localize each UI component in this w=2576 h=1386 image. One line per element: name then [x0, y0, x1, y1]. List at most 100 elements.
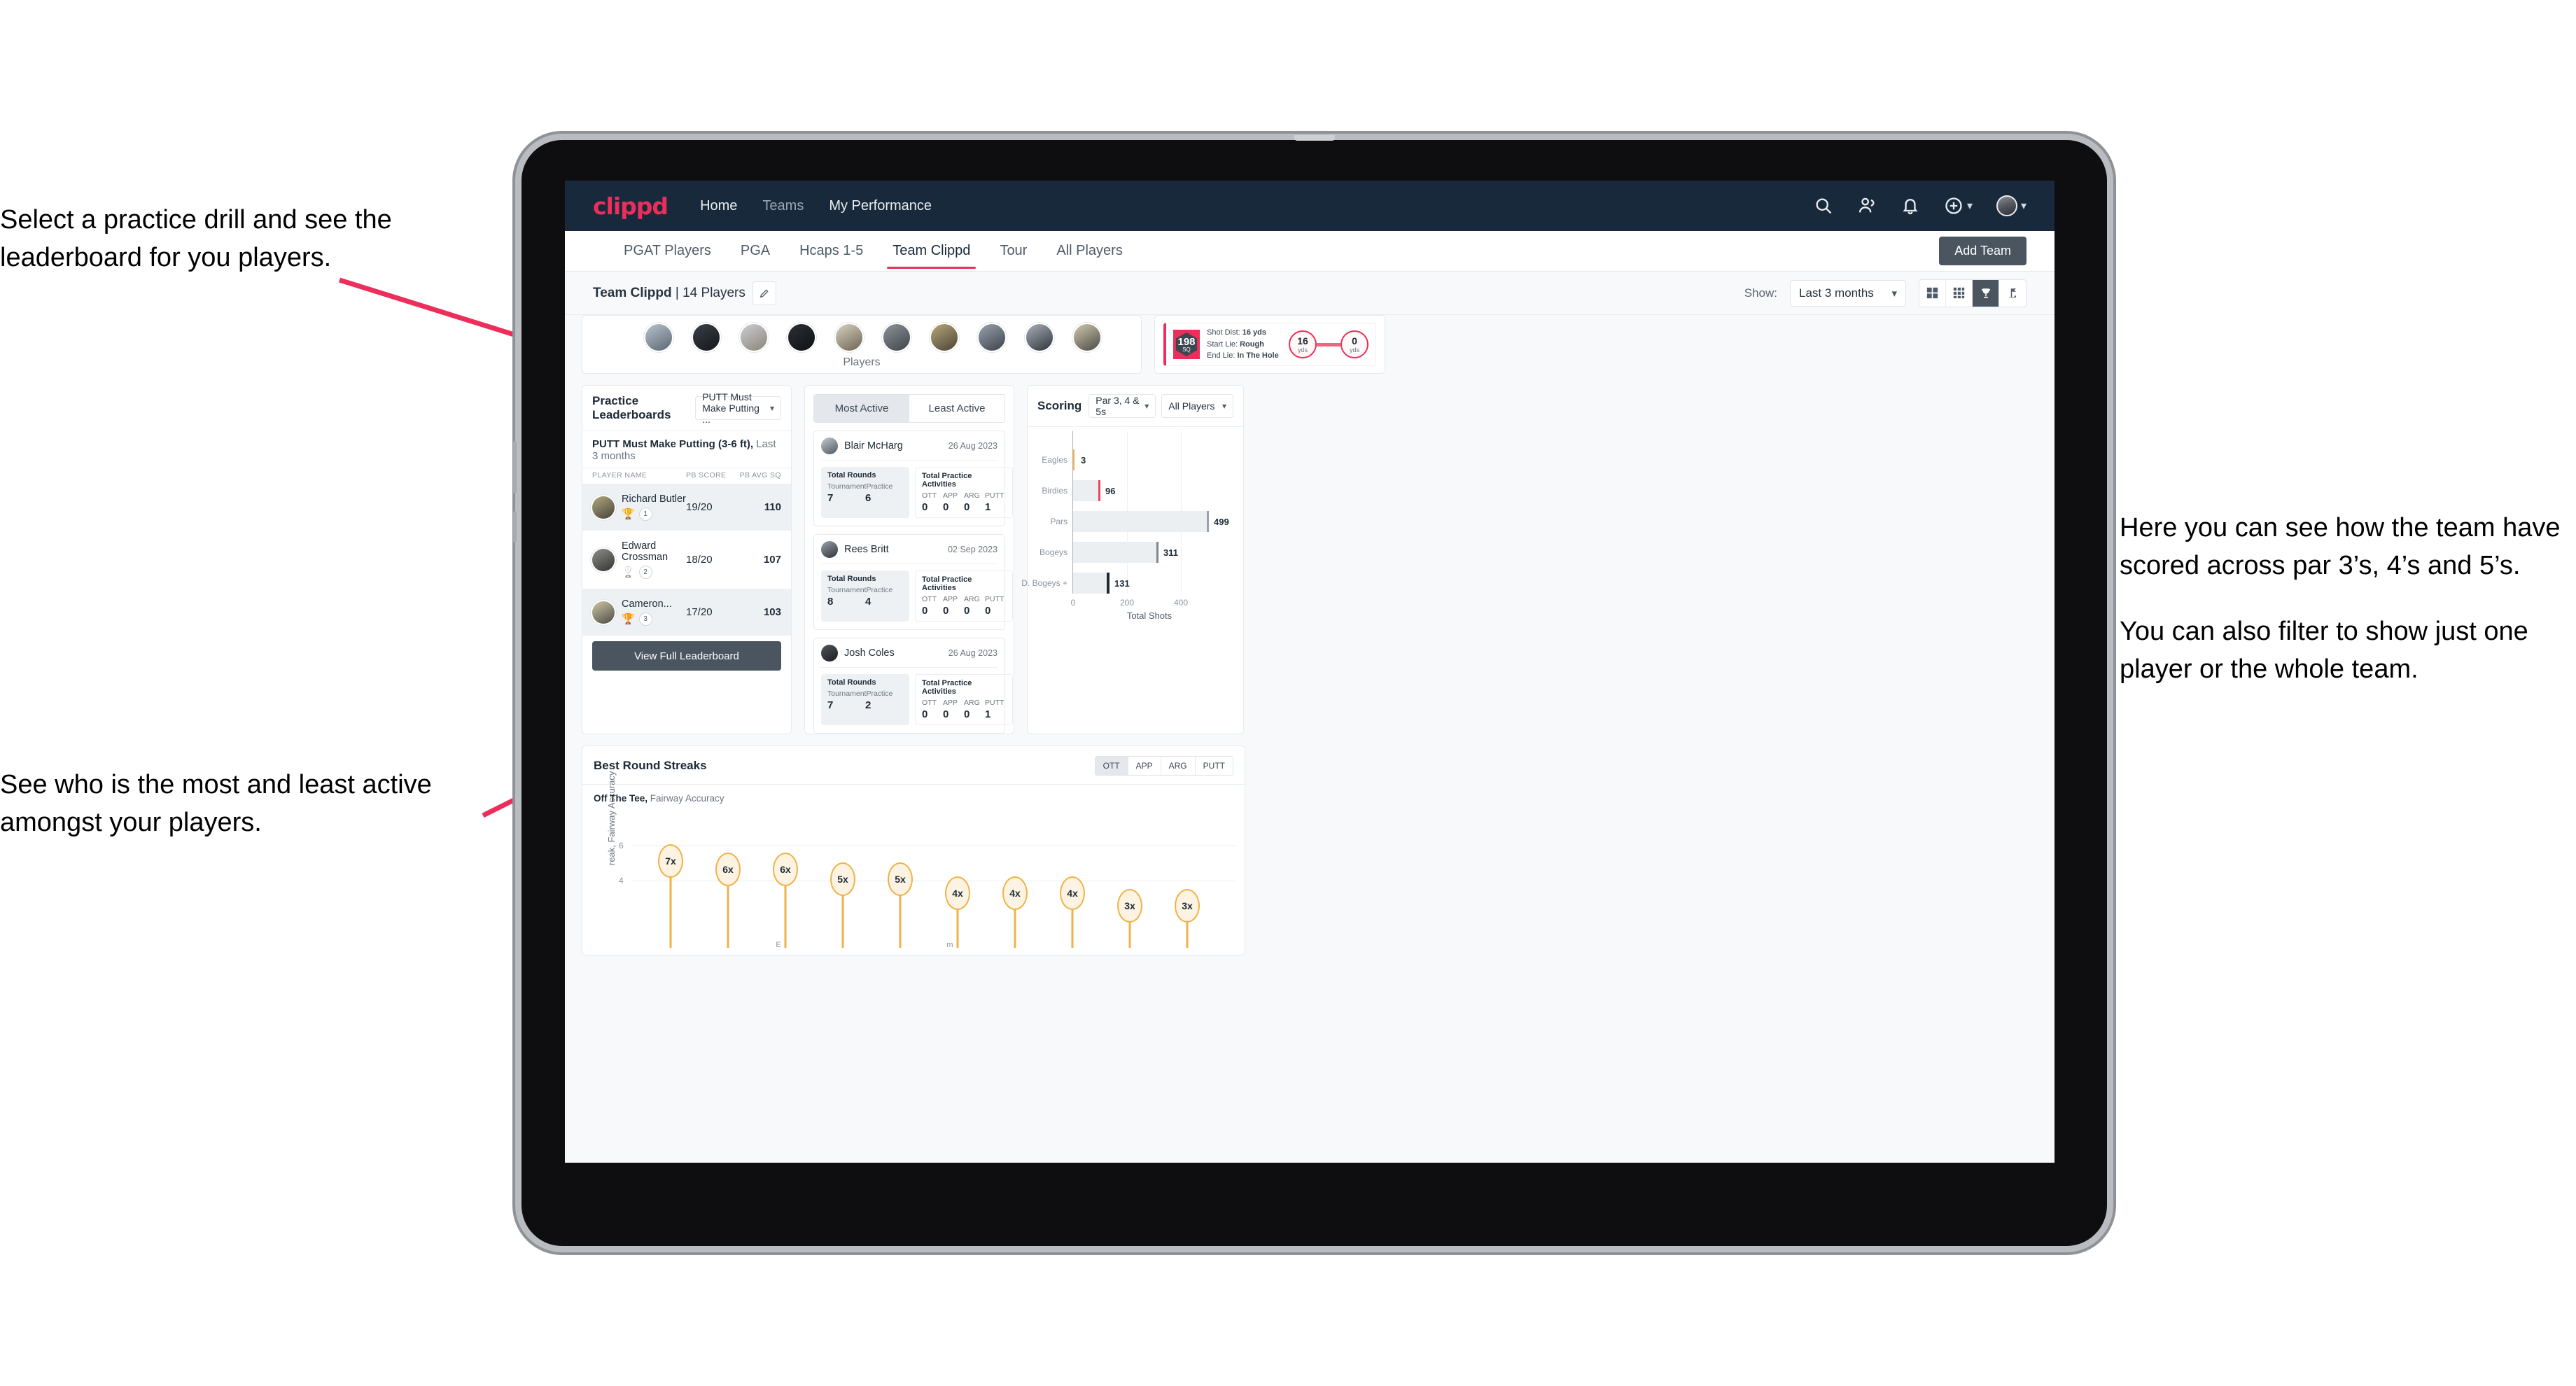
- show-label: Show:: [1744, 286, 1777, 300]
- tab-tour[interactable]: Tour: [997, 233, 1030, 269]
- bar-bogeys: [1073, 542, 1158, 563]
- tab-team-clippd[interactable]: Team Clippd: [887, 233, 976, 269]
- tablet-volume-down-button[interactable]: [513, 511, 517, 542]
- practice-leaderboards-card: Practice Leaderboards PUTT Must Make Put…: [582, 385, 792, 734]
- player-avatar[interactable]: [739, 323, 769, 352]
- view-full-leaderboard-button[interactable]: View Full Leaderboard: [592, 641, 781, 671]
- grid-large-icon: [1926, 287, 1938, 299]
- plus-circle-icon[interactable]: [1944, 196, 1963, 216]
- drill-select[interactable]: PUTT Must Make Putting ... ▾: [695, 391, 781, 425]
- tab-arg[interactable]: ARG: [1161, 757, 1196, 775]
- nav-link-my-performance[interactable]: My Performance: [829, 198, 932, 214]
- leaderboard-pb-score: 19/20: [686, 501, 713, 513]
- total-rounds-title: Total Rounds: [827, 471, 876, 479]
- view-mode-toggle-group: [1919, 279, 2026, 307]
- tab-hcaps-1-5[interactable]: Hcaps 1-5: [797, 233, 866, 269]
- tab-ott[interactable]: OTT: [1095, 757, 1128, 775]
- leaderboard-pb-avg-sq: 107: [763, 554, 781, 566]
- streak-value: 4x: [1002, 876, 1028, 910]
- avatar: [592, 548, 615, 571]
- flagstick-icon-button[interactable]: [1999, 280, 2026, 307]
- value-putt: 0: [985, 605, 991, 617]
- scoring-chart: Eagles 3 Birdies 96 Pars 499 Bogeys 311 …: [1021, 427, 1243, 626]
- people-icon[interactable]: [1857, 196, 1877, 216]
- nav-link-teams[interactable]: Teams: [762, 198, 804, 214]
- nav-link-home[interactable]: Home: [700, 198, 737, 214]
- featured-shot-card: 198 SQ Shot Dist: 16 yds Start Lie: Roug…: [1154, 315, 1385, 374]
- player-avatar[interactable]: [787, 323, 816, 352]
- activity-player-date: 02 Sep 2023: [948, 545, 997, 554]
- bar-label-birdies: Birdies: [1042, 486, 1068, 496]
- chevron-down-icon-profile[interactable]: ▾: [2021, 199, 2026, 213]
- avatar[interactable]: [1996, 195, 2017, 216]
- player-avatar[interactable]: [882, 323, 911, 352]
- tab-pga[interactable]: PGA: [738, 233, 773, 269]
- table-row[interactable]: Edward Crossman 🏆 2 18/20 107: [582, 531, 791, 589]
- team-toolbar: Team Clippd | 14 Players Show: Last 3 mo…: [565, 272, 2054, 315]
- divider: [821, 667, 997, 668]
- leaderboard-player-info: Edward Crossman 🏆 2: [622, 540, 686, 579]
- add-team-button[interactable]: Add Team: [1939, 237, 2026, 265]
- tab-least-active[interactable]: Least Active: [909, 395, 1004, 422]
- value-ott: 0: [922, 605, 928, 617]
- value-app: 0: [943, 605, 949, 617]
- list-item[interactable]: Rees Britt 02 Sep 2023 Total Rounds Tour…: [813, 534, 1013, 630]
- player-avatar[interactable]: [644, 323, 673, 352]
- clippd-logo[interactable]: clippd: [593, 192, 668, 220]
- grid-large-icon-button[interactable]: [1919, 279, 1946, 307]
- table-row[interactable]: Cameron... 🏆 3 17/20 103: [582, 589, 791, 636]
- list-item[interactable]: Josh Coles 26 Aug 2023 Total Rounds Tour…: [813, 638, 1013, 734]
- shot-end-marker: 0 yds: [1340, 330, 1368, 358]
- tab-most-active[interactable]: Most Active: [814, 395, 909, 422]
- scoring-xaxis-title: Total Shots: [1126, 610, 1172, 621]
- player-avatar[interactable]: [1072, 323, 1102, 352]
- list-item[interactable]: Blair McHarg 26 Aug 2023 Total Rounds To…: [813, 430, 1013, 526]
- player-avatar[interactable]: [692, 323, 721, 352]
- tab-all-players[interactable]: All Players: [1054, 233, 1125, 269]
- total-rounds-labels: Tournament Practice: [827, 586, 903, 594]
- start-lie-label: Start Lie:: [1207, 340, 1238, 349]
- tab-app[interactable]: APP: [1128, 757, 1161, 775]
- search-icon[interactable]: [1814, 196, 1833, 216]
- streak-value: 5x: [830, 862, 855, 896]
- value-practice: 2: [865, 699, 872, 711]
- player-avatar[interactable]: [834, 323, 864, 352]
- value-practice: 6: [865, 492, 872, 504]
- bar-row-double-bogeys: D. Bogeys + 131: [1021, 573, 1130, 594]
- tab-pgat-players[interactable]: PGAT Players: [621, 233, 714, 269]
- chevron-down-icon-par: ▾: [1144, 401, 1149, 411]
- shot-connector-bar: [1317, 342, 1340, 346]
- avatar: [821, 541, 838, 558]
- player-avatar[interactable]: [977, 323, 1007, 352]
- date-range-select[interactable]: Last 3 months ▾: [1790, 279, 1906, 307]
- xtick-0: 0: [1070, 598, 1076, 608]
- chevron-down-icon-range: ▾: [1891, 287, 1897, 300]
- chevron-down-icon-add[interactable]: ▾: [1967, 199, 1973, 213]
- player-avatar[interactable]: [930, 323, 959, 352]
- bell-icon[interactable]: [1900, 196, 1920, 216]
- par-filter-select[interactable]: Par 3, 4 & 5s ▾: [1088, 394, 1156, 418]
- total-rounds-block: Total Rounds Tournament Practice 7 2: [821, 674, 909, 725]
- edit-team-button[interactable]: [752, 281, 776, 305]
- table-row[interactable]: Richard Butler 🏆 1 19/20 110: [582, 484, 791, 531]
- total-practice-activities-block: Total Practice Activities OTT APP ARG PU…: [915, 674, 1013, 725]
- leaderboard-header: Practice Leaderboards PUTT Must Make Put…: [582, 386, 791, 430]
- trophy-icon: [1981, 288, 1990, 298]
- tablet-volume-up-button[interactable]: [513, 441, 517, 493]
- player-filter-select[interactable]: All Players ▾: [1161, 394, 1233, 418]
- grid-small-icon-button[interactable]: [1946, 279, 1973, 307]
- activity-card: Most Active Least Active Blair McHarg 26…: [804, 385, 1014, 734]
- end-lie-value: In The Hole: [1237, 351, 1279, 360]
- bar-row-eagles: Eagles 3: [1042, 449, 1086, 470]
- tab-putt[interactable]: PUTT: [1195, 757, 1233, 775]
- start-lie-value: Rough: [1240, 340, 1264, 349]
- shot-start-yards: 16: [1297, 335, 1308, 346]
- activity-player-name: Josh Coles: [844, 648, 895, 659]
- bar-value-birdies: 96: [1105, 485, 1116, 496]
- player-avatar[interactable]: [1025, 323, 1054, 352]
- label-app: APP: [943, 491, 958, 500]
- label-practice: Practice: [866, 482, 893, 491]
- leaderboard-player-meta: 🏆 2: [622, 566, 686, 579]
- activity-player-name: Blair McHarg: [844, 440, 903, 451]
- trophy-icon-button[interactable]: [1973, 279, 1999, 307]
